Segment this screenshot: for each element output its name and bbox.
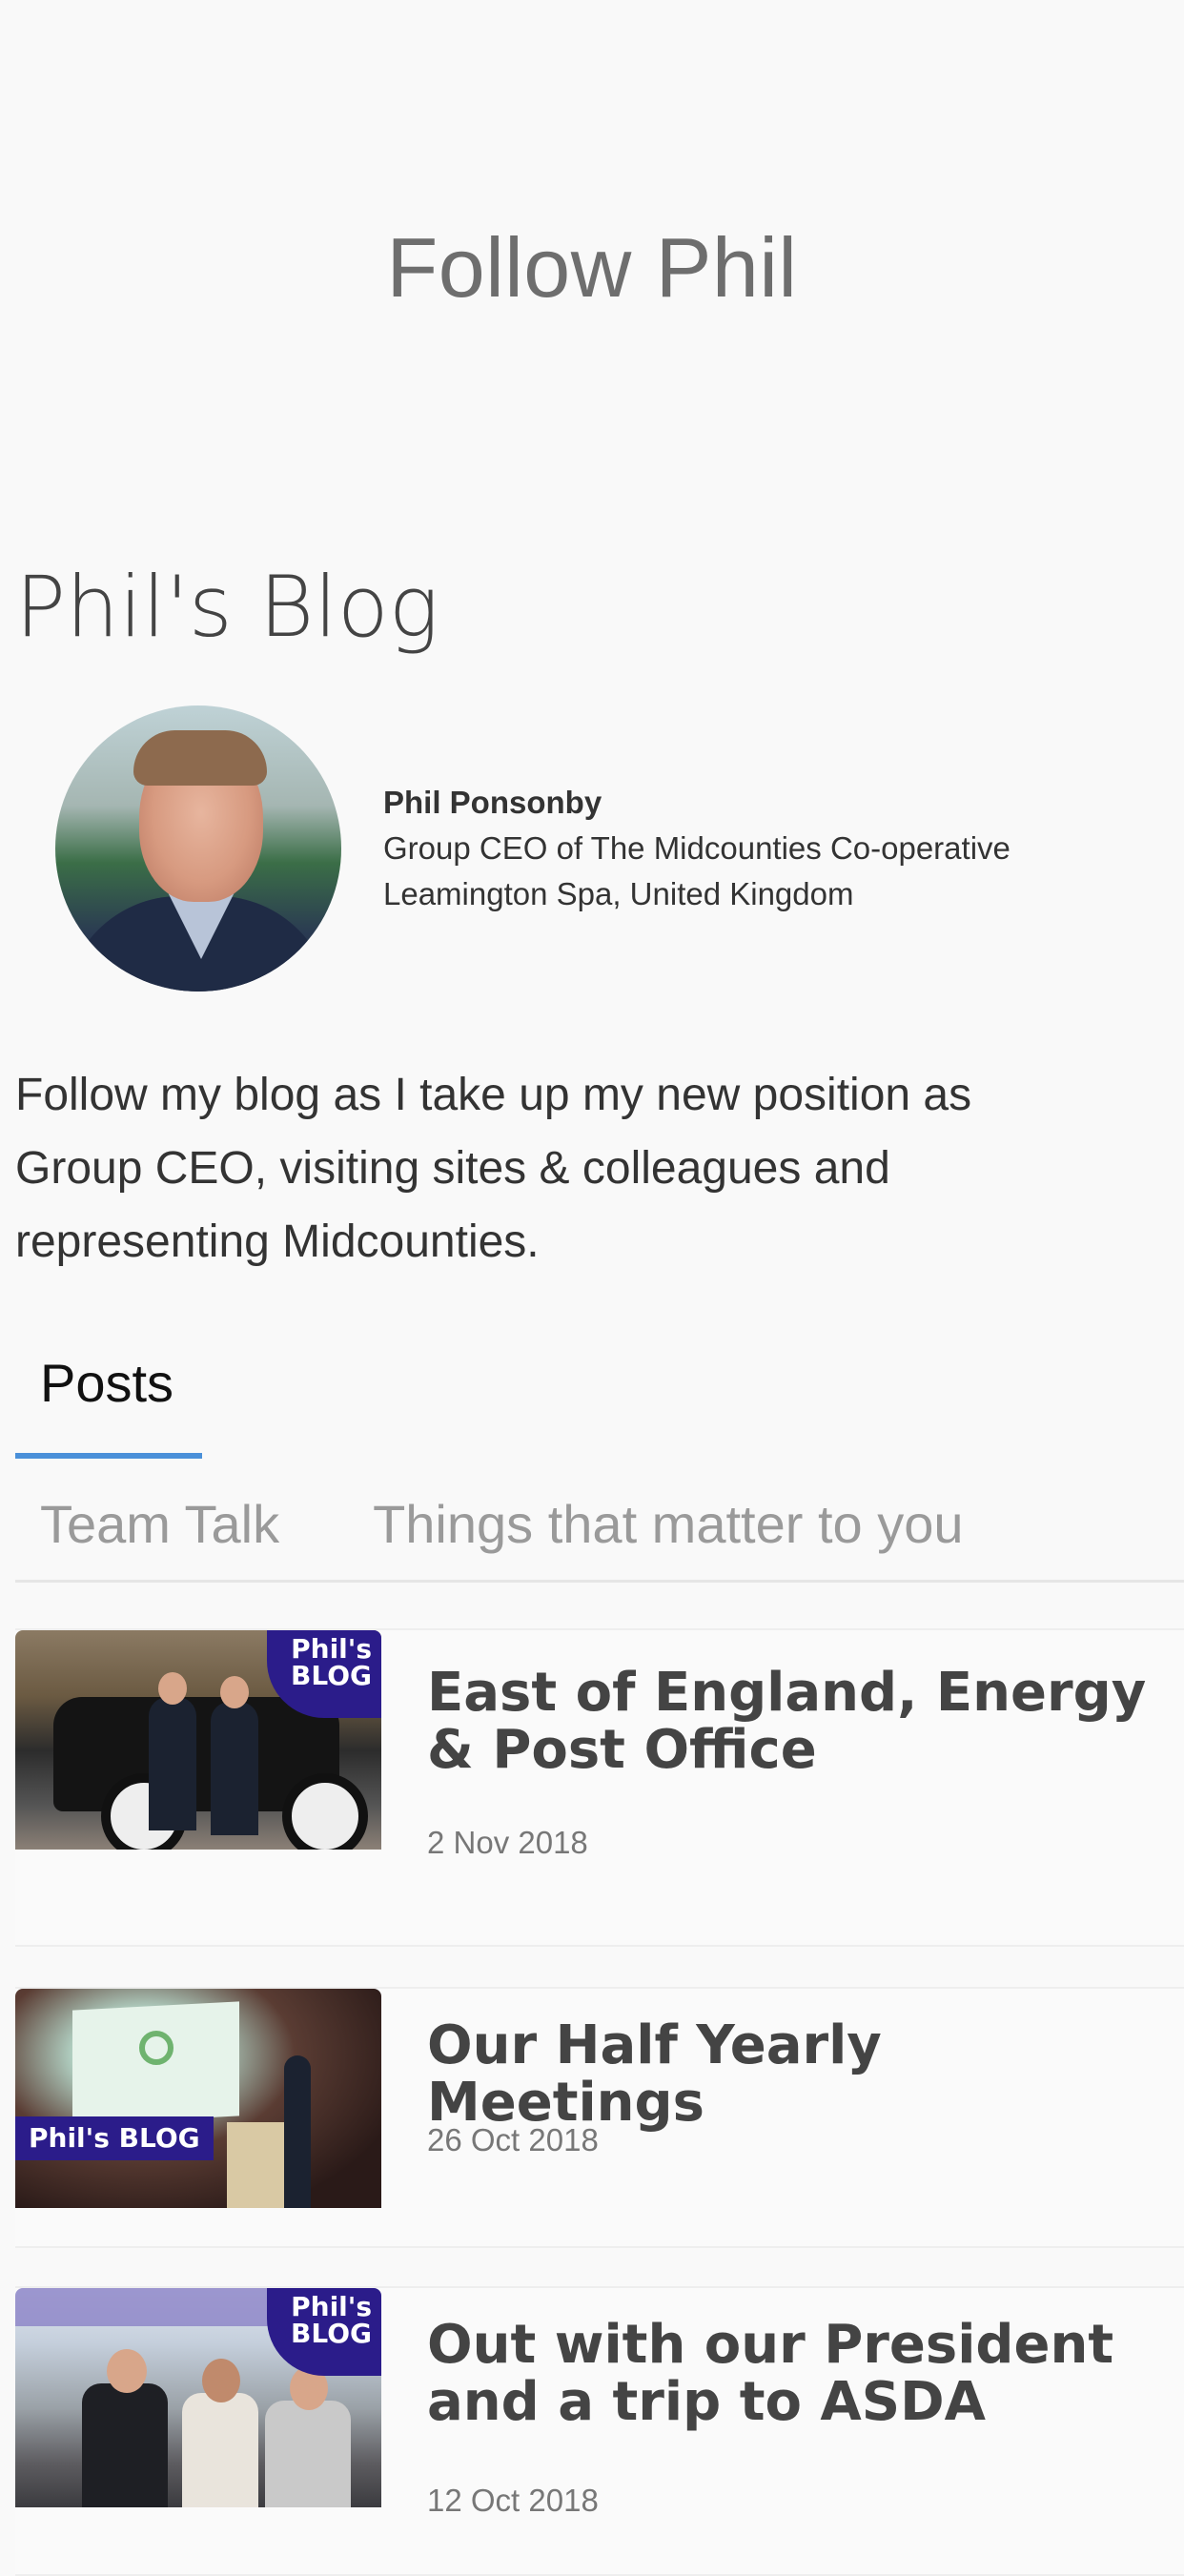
post-date: 26 Oct 2018 [427,2122,599,2157]
primary-tabs: Posts [15,1335,1184,1459]
profile-section: Phil Ponsonby Group CEO of The Midcounti… [55,705,1010,992]
post-date: 2 Nov 2018 [427,1825,588,1860]
post-title[interactable]: Our Half Yearly Meetings [427,2017,1171,2132]
post-card[interactable]: Phil's BLOG Out with our President and a … [15,2286,1184,2576]
profile-role: Group CEO of The Midcounties Co-operativ… [383,830,1010,866]
post-title[interactable]: Out with our President and a trip to ASD… [427,2317,1171,2431]
post-thumbnail[interactable]: Phil's BLOG [15,2288,381,2507]
follow-title: Follow Phil [386,220,798,315]
post-title[interactable]: East of England, Energy & Post Office [427,1665,1171,1779]
profile-info: Phil Ponsonby Group CEO of The Midcounti… [383,780,1010,917]
category-tabs: Team Talk Things that matter to you [15,1468,1184,1583]
blog-title: Phil's Blog [15,558,439,656]
post-thumbnail[interactable]: Phil's BLOG [15,1989,381,2208]
blog-badge: Phil's BLOG [15,2116,214,2160]
post-card[interactable]: Phil's BLOG East of England, Energy & Pos… [15,1628,1184,1947]
blog-intro: Follow my blog as I take up my new posit… [15,1070,972,1267]
avatar[interactable] [55,705,341,992]
blog-badge: Phil's BLOG [267,2288,381,2376]
tab-posts[interactable]: Posts [15,1335,202,1459]
profile-name[interactable]: Phil Ponsonby [383,780,1010,826]
tab-team-talk[interactable]: Team Talk [40,1493,279,1555]
tab-things-that-matter[interactable]: Things that matter to you [373,1493,963,1555]
post-card[interactable]: Phil's BLOG Our Half Yearly Meetings 26 … [15,1987,1184,2248]
profile-location: Leamington Spa, United Kingdom [383,876,854,911]
post-thumbnail[interactable]: Phil's BLOG [15,1630,381,1850]
post-date: 12 Oct 2018 [427,2483,599,2518]
